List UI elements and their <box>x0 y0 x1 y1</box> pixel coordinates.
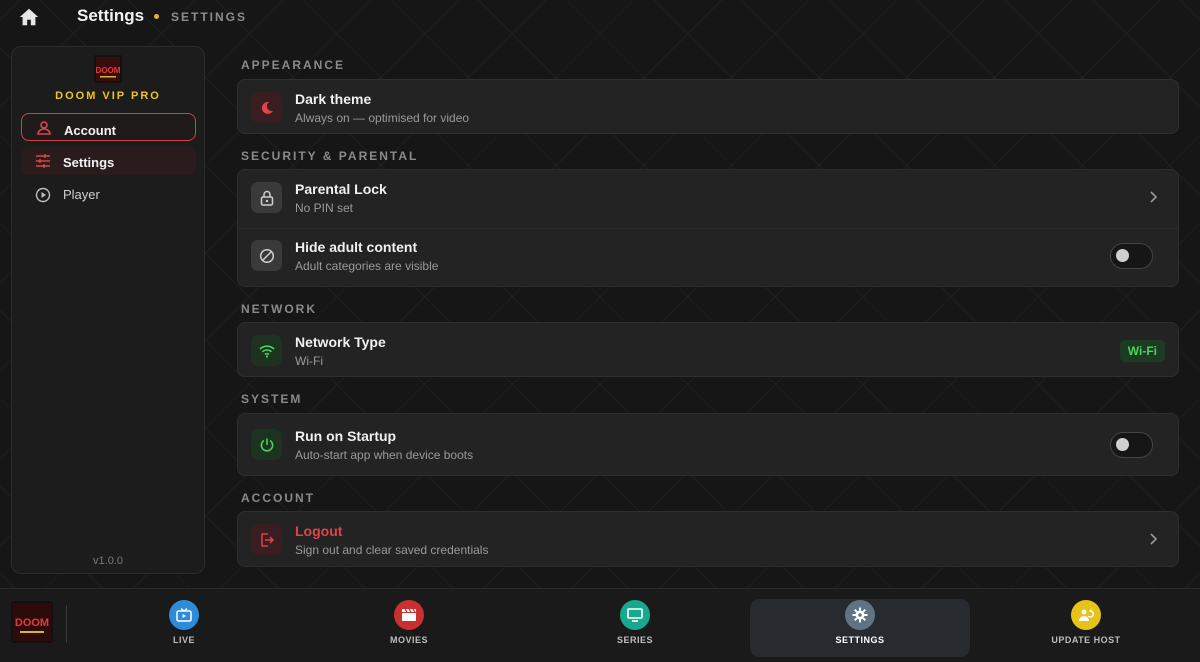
tab-movies[interactable]: MOVIES <box>299 599 519 657</box>
row-subtitle: No PIN set <box>295 201 354 215</box>
run-on-startup-toggle[interactable] <box>1110 432 1153 458</box>
user-icon <box>36 120 52 136</box>
brand-logo: DOOM <box>11 601 53 643</box>
sidebar-item-label: Player <box>63 187 100 202</box>
row-subtitle: Always on — optimised for video <box>295 111 470 125</box>
svg-text:DOOM: DOOM <box>96 66 121 75</box>
toggle-knob <box>1116 249 1129 262</box>
lock-icon <box>251 182 282 213</box>
hide-adult-toggle[interactable] <box>1110 243 1153 269</box>
top-bar: Settings SETTINGS <box>0 0 1200 34</box>
logout-row[interactable]: Logout Sign out and clear saved credenti… <box>238 512 1178 568</box>
tab-update-host[interactable]: UPDATE HOST <box>976 599 1196 657</box>
bottom-nav-separator <box>66 605 67 643</box>
brand-logo: DOOM <box>94 55 122 83</box>
monitor-icon <box>620 600 650 630</box>
sidebar-item-label: Account <box>64 123 116 138</box>
title-separator-dot <box>154 14 159 19</box>
section-label-system: SYSTEM <box>241 392 303 406</box>
hide-adult-row: Hide adult content Adult categories are … <box>238 228 1178 284</box>
sidebar-item-account[interactable]: Account <box>21 113 196 141</box>
brand-name: DOOM VIP PRO <box>55 90 161 102</box>
tab-live[interactable]: LIVE <box>74 599 294 657</box>
app-version: v1.0.0 <box>93 555 123 567</box>
network-status-badge: Wi-Fi <box>1119 340 1165 362</box>
update-host-icon <box>1071 600 1101 630</box>
gear-icon <box>845 600 875 630</box>
chevron-right-icon <box>1148 532 1158 546</box>
row-title: Dark theme <box>295 91 372 107</box>
tab-label: UPDATE HOST <box>1051 635 1121 645</box>
wifi-icon <box>251 335 282 366</box>
row-subtitle: Sign out and clear saved credentials <box>295 543 489 557</box>
row-subtitle: Adult categories are visible <box>295 259 439 273</box>
tv-icon <box>169 600 199 630</box>
svg-text:DOOM: DOOM <box>15 617 49 629</box>
sidebar-item-settings[interactable]: Settings <box>21 147 196 175</box>
row-subtitle: Auto-start app when device boots <box>295 448 474 462</box>
network-type-row: Network Type Wi-Fi Wi-Fi <box>238 323 1178 379</box>
bottom-nav: DOOM LIVE MOVIES SERIES SETTINGS UPDATE … <box>0 588 1200 662</box>
clapperboard-icon <box>394 600 424 630</box>
network-card: Network Type Wi-Fi Wi-Fi <box>237 322 1179 377</box>
breadcrumb: SETTINGS <box>171 10 248 24</box>
section-label-account: ACCOUNT <box>241 491 315 505</box>
system-card: Run on Startup Auto-start app when devic… <box>237 413 1179 476</box>
chevron-right-icon <box>1148 190 1158 204</box>
home-icon[interactable] <box>18 6 40 28</box>
parental-lock-row[interactable]: Parental Lock No PIN set <box>238 170 1178 226</box>
moon-icon <box>251 92 282 123</box>
tab-settings[interactable]: SETTINGS <box>750 599 970 657</box>
row-title: Run on Startup <box>295 428 397 444</box>
row-subtitle: Wi-Fi <box>295 354 323 368</box>
appearance-card: Dark theme Always on — optimised for vid… <box>237 79 1179 134</box>
security-card: Parental Lock No PIN set Hide adult cont… <box>237 169 1179 287</box>
toggle-knob <box>1116 438 1129 451</box>
sliders-icon <box>35 153 51 169</box>
sidebar-item-label: Settings <box>63 155 115 170</box>
section-label-security: SECURITY & PARENTAL <box>241 149 419 163</box>
page-title: Settings <box>77 6 145 25</box>
row-title: Hide adult content <box>295 239 418 255</box>
run-on-startup-row: Run on Startup Auto-start app when devic… <box>238 417 1178 473</box>
tab-label: SERIES <box>616 635 653 645</box>
tab-label: LIVE <box>172 635 195 645</box>
row-title: Parental Lock <box>295 181 387 197</box>
power-icon <box>251 429 282 460</box>
sidebar-item-player[interactable]: Player <box>21 181 196 209</box>
tab-label: SETTINGS <box>835 635 885 645</box>
account-card: Logout Sign out and clear saved credenti… <box>237 511 1179 567</box>
block-icon <box>251 240 282 271</box>
logout-icon <box>251 524 282 555</box>
play-circle-icon <box>35 187 51 203</box>
tab-series[interactable]: SERIES <box>525 599 745 657</box>
tab-label: MOVIES <box>389 635 428 645</box>
section-label-appearance: APPEARANCE <box>241 58 346 72</box>
sidebar: DOOM DOOM VIP PRO Account Settings Playe… <box>11 46 205 574</box>
section-label-network: NETWORK <box>241 302 317 316</box>
dark-theme-row[interactable]: Dark theme Always on — optimised for vid… <box>238 80 1178 136</box>
row-title: Logout <box>295 523 343 539</box>
row-title: Network Type <box>295 334 386 350</box>
